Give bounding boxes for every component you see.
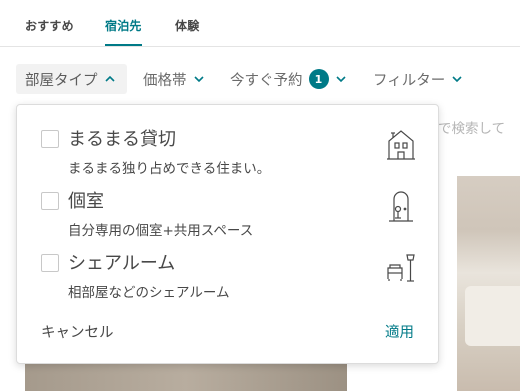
price-filter-label: 価格帯 — [143, 72, 187, 89]
option-description: 相部屋などのシェアルーム — [68, 285, 230, 301]
option-description: 自分専用の個室+共用スペース — [68, 223, 254, 239]
apply-button[interactable]: 適用 — [385, 321, 414, 342]
more-filters-label: フィルター — [373, 72, 446, 89]
price-filter-button[interactable]: 価格帯 — [143, 64, 205, 94]
option-title: シェアルーム — [68, 253, 176, 274]
door-icon — [386, 189, 416, 223]
option-description: まるまる独り占めできる住まい。 — [68, 161, 271, 177]
chevron-down-icon — [335, 73, 347, 85]
option-title: 個室 — [68, 191, 104, 212]
tab-experiences[interactable]: 体験 — [175, 17, 199, 34]
chevron-up-icon — [104, 73, 116, 85]
entire-place-checkbox[interactable] — [41, 130, 59, 148]
private-room-checkbox[interactable] — [41, 192, 59, 210]
cancel-button[interactable]: キャンセル — [41, 321, 114, 342]
house-icon — [386, 127, 416, 161]
room-type-filter-label: 部屋タイプ — [25, 72, 98, 89]
more-filters-button[interactable]: フィルター — [373, 64, 463, 94]
chevron-down-icon — [451, 73, 463, 85]
couch-lamp-icon — [386, 251, 416, 285]
listing-photo[interactable] — [25, 360, 347, 391]
filter-count-badge: 1 — [308, 69, 329, 89]
listing-photo[interactable] — [457, 176, 520, 391]
shared-room-checkbox[interactable] — [41, 254, 59, 272]
top-tab-bar: おすすめ 宿泊先 体験 — [0, 0, 520, 47]
instant-book-filter-button[interactable]: 今すぐ予約 1 — [230, 64, 347, 94]
room-type-option-entire-place[interactable]: まるまる貸切 まるまる独り占めできる住まい。 — [41, 127, 416, 177]
room-type-option-shared-room[interactable]: シェアルーム 相部屋などのシェアルーム — [41, 251, 416, 301]
room-type-filter-button[interactable]: 部屋タイプ — [16, 64, 127, 94]
map-search-hint: で検索して — [438, 121, 506, 137]
tab-stays[interactable]: 宿泊先 — [105, 17, 142, 34]
chevron-down-icon — [193, 73, 205, 85]
instant-book-filter-label: 今すぐ予約 — [230, 72, 303, 89]
room-type-option-private-room[interactable]: 個室 自分専用の個室+共用スペース — [41, 189, 416, 239]
active-tab-indicator — [105, 44, 142, 46]
room-type-dropdown-panel: まるまる貸切 まるまる独り占めできる住まい。 個室 自分専用の個室+共用スペース — [16, 104, 439, 364]
option-title: まるまる貸切 — [68, 129, 176, 150]
tab-recommended[interactable]: おすすめ — [25, 17, 74, 34]
